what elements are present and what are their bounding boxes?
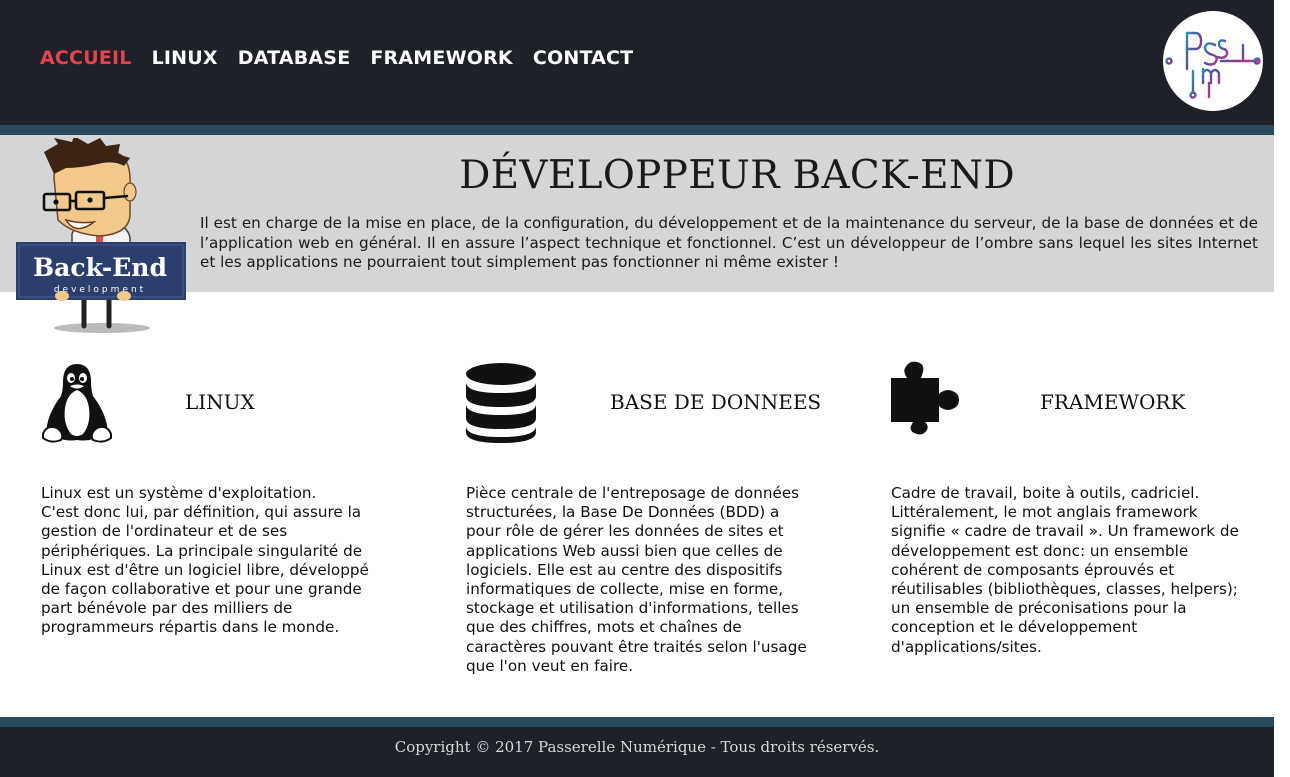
puzzle-piece-icon xyxy=(891,360,967,440)
nav-linux[interactable]: LINUX xyxy=(152,47,218,69)
main-nav: ACCUEIL LINUX DATABASE FRAMEWORK CONTACT xyxy=(40,47,653,69)
hero-banner: DÉVELOPPEUR BACK-END Il est en charge de… xyxy=(0,135,1274,292)
section-text-framework: Cadre de travail, boite à outils, cadric… xyxy=(891,484,1239,656)
linux-penguin-icon xyxy=(41,360,113,448)
nav-framework[interactable]: FRAMEWORK xyxy=(370,47,512,69)
footer-stripe xyxy=(0,717,1274,727)
nav-contact[interactable]: CONTACT xyxy=(533,47,634,69)
copyright-text: Copyright © 2017 Passerelle Numérique - … xyxy=(394,738,880,756)
section-text-database: Pièce centrale de l'entreposage de donné… xyxy=(466,484,807,675)
passerelle-numerique-logo[interactable] xyxy=(1163,11,1263,111)
database-icon xyxy=(466,360,538,448)
nav-database[interactable]: DATABASE xyxy=(238,47,351,69)
section-title-linux: LINUX xyxy=(185,390,255,414)
back-end-mascot: Back-End development xyxy=(14,136,189,333)
section-title-framework: FRAMEWORK xyxy=(1040,390,1186,414)
header-stripe xyxy=(0,125,1274,135)
section-text-linux: Linux est un système d'exploitation. C'e… xyxy=(41,484,369,637)
hero-description: Il est en charge de la mise en place, de… xyxy=(200,214,1258,271)
page-title: DÉVELOPPEUR BACK-END xyxy=(459,153,1015,198)
mascot-sign-title: Back-End xyxy=(33,253,167,282)
section-title-database: BASE DE DONNEES xyxy=(610,390,822,414)
logo-icon xyxy=(1165,31,1261,99)
site-footer: Copyright © 2017 Passerelle Numérique - … xyxy=(0,727,1274,777)
nav-accueil[interactable]: ACCUEIL xyxy=(40,47,132,69)
site-header: ACCUEIL LINUX DATABASE FRAMEWORK CONTACT xyxy=(0,0,1274,125)
